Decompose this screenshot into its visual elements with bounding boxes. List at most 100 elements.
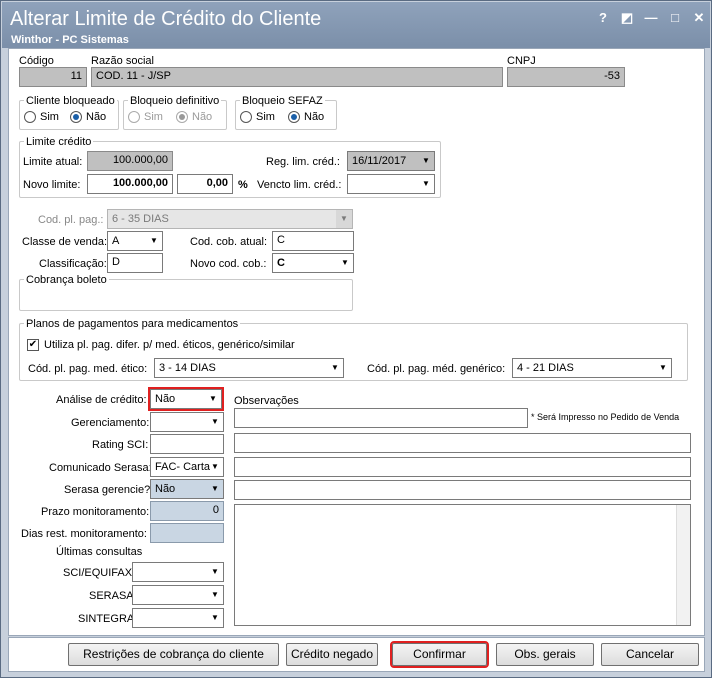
restricoes-cobranca-button[interactable]: Restrições de cobrança do cliente	[68, 643, 279, 666]
chevron-down-icon: ▼	[211, 613, 219, 622]
classificacao-label: Classificação:	[39, 258, 107, 270]
prazo-monitoramento-field: 0	[150, 501, 224, 521]
percent-symbol: %	[238, 179, 248, 191]
chevron-down-icon: ▼	[422, 179, 430, 188]
utiliza-pl-pag-label: Utiliza pl. pag. difer. p/ med. éticos, …	[44, 339, 295, 351]
generico-label: Cód. pl. pag. méd. genérico:	[367, 363, 506, 375]
scrollbar[interactable]	[676, 505, 690, 625]
chevron-down-icon: ▼	[211, 462, 219, 471]
cnpj-label: CNPJ	[507, 55, 536, 67]
bloqueio-definitivo-nao: Não	[176, 111, 212, 123]
bloqueio-sefaz-sim[interactable]: Sim	[240, 111, 275, 123]
window: Alterar Limite de Crédito do Cliente Win…	[0, 0, 712, 678]
help-icon[interactable]: ?	[594, 10, 612, 26]
chevron-down-icon: ▼	[150, 236, 158, 245]
bloqueio-definitivo-title: Bloqueio definitivo	[128, 95, 222, 107]
serasa-combo[interactable]: ▼	[132, 585, 224, 605]
chevron-down-icon: ▼	[209, 394, 217, 403]
chevron-down-icon: ▼	[211, 417, 219, 426]
window-title: Alterar Limite de Crédito do Cliente	[10, 8, 322, 30]
maximize-icon[interactable]: □	[666, 10, 684, 26]
confirmar-button[interactable]: Confirmar	[390, 641, 489, 668]
chevron-down-icon: ▼	[336, 210, 352, 228]
utiliza-pl-pag-checkbox[interactable]: ✔	[27, 339, 39, 351]
novo-cod-cob-combo[interactable]: C ▼	[272, 253, 354, 273]
bloqueio-definitivo-group: Bloqueio definitivo Sim Não	[123, 95, 227, 130]
gerenciamento-combo[interactable]: ▼	[150, 412, 224, 432]
codigo-label: Código	[19, 55, 54, 67]
observacoes-label: Observações	[234, 395, 299, 407]
minimize-icon[interactable]: —	[642, 10, 660, 26]
cliente-bloqueado-sim[interactable]: Sim	[24, 111, 59, 123]
observacoes-textarea[interactable]	[234, 504, 691, 626]
cobranca-boleto-title: Cobrança boleto	[24, 274, 109, 286]
cod-pl-pag-label: Cod. pl. pag.:	[38, 214, 104, 226]
reg-lim-cred-label: Reg. lim. créd.:	[266, 156, 340, 168]
restore-icon[interactable]: ◩	[618, 10, 636, 26]
sintegra-label: SINTEGRA	[78, 613, 135, 625]
observacao-impressa-field[interactable]	[234, 408, 528, 428]
cod-cob-atual-field: C	[272, 231, 354, 251]
cliente-bloqueado-group: Cliente bloqueado Sim Não	[19, 95, 119, 130]
prazo-monitoramento-label: Prazo monitoramento:	[41, 506, 150, 518]
impresso-note: * Será Impresso no Pedido de Venda	[531, 412, 680, 422]
chevron-down-icon: ▼	[211, 590, 219, 599]
limite-atual-field: 100.000,00	[87, 151, 173, 171]
novo-limite-label: Novo limite:	[23, 179, 81, 191]
vencto-lim-cred-combo[interactable]: ▼	[347, 174, 435, 194]
novo-cod-cob-label: Novo cod. cob.:	[190, 258, 267, 270]
classe-venda-combo[interactable]: A ▼	[107, 231, 163, 251]
cancelar-button[interactable]: Cancelar	[601, 643, 699, 666]
dias-rest-label: Dias rest. monitoramento:	[21, 528, 147, 540]
bloqueio-sefaz-group: Bloqueio SEFAZ Sim Não	[235, 95, 337, 130]
gerenciamento-label: Gerenciamento:	[71, 417, 150, 429]
rating-sci-field[interactable]	[150, 434, 224, 454]
limite-atual-label: Limite atual:	[23, 156, 83, 168]
cliente-bloqueado-nao[interactable]: Não	[70, 111, 106, 123]
razao-label: Razão social	[91, 55, 154, 67]
rating-sci-label: Rating SCI:	[92, 439, 149, 451]
cod-pl-pag-combo: 6 - 35 DIAS ▼	[107, 209, 353, 229]
dias-rest-field	[150, 523, 224, 543]
chevron-down-icon: ▼	[211, 484, 219, 493]
button-bar: Restrições de cobrança do cliente Crédit…	[8, 637, 705, 672]
codigo-field: 11	[19, 67, 87, 87]
observacao-2-field[interactable]	[234, 433, 691, 453]
razao-field: COD. 11 - J/SP	[91, 67, 503, 87]
ultimas-consultas-label: Últimas consultas	[56, 546, 143, 558]
generico-combo[interactable]: 4 - 21 DIAS ▼	[512, 358, 672, 378]
sci-equifax-label: SCI/EQUIFAX	[63, 567, 133, 579]
chevron-down-icon: ▼	[331, 363, 339, 372]
classificacao-field: D	[107, 253, 163, 273]
bloqueio-sefaz-nao[interactable]: Não	[288, 111, 324, 123]
obs-gerais-button[interactable]: Obs. gerais	[496, 643, 594, 666]
chevron-down-icon: ▼	[659, 363, 667, 372]
percentual-field[interactable]: 0,00	[177, 174, 233, 194]
vencto-lim-cred-label: Vencto lim. créd.:	[257, 179, 342, 191]
novo-limite-field[interactable]: 100.000,00	[87, 174, 173, 194]
bloqueio-sefaz-title: Bloqueio SEFAZ	[240, 95, 325, 107]
medicamentos-title: Planos de pagamentos para medicamentos	[24, 318, 241, 330]
chevron-down-icon: ▼	[341, 258, 349, 267]
cliente-bloqueado-title: Cliente bloqueado	[24, 95, 117, 107]
sintegra-combo[interactable]: ▼	[132, 608, 224, 628]
bloqueio-definitivo-sim: Sim	[128, 111, 163, 123]
classe-venda-label: Classe de venda:	[22, 236, 107, 248]
comunicado-serasa-label: Comunicado Serasa:	[49, 462, 152, 474]
chevron-down-icon: ▼	[422, 156, 430, 165]
cod-cob-atual-label: Cod. cob. atual:	[190, 236, 268, 248]
etico-combo[interactable]: 3 - 14 DIAS ▼	[154, 358, 344, 378]
analise-credito-combo[interactable]: Não ▼	[148, 387, 224, 411]
serasa-label: SERASA	[89, 590, 134, 602]
reg-lim-cred-combo[interactable]: 16/11/2017 ▼	[347, 151, 435, 171]
comunicado-serasa-combo[interactable]: FAC- Carta ▼	[150, 457, 224, 477]
close-icon[interactable]: ✕	[690, 10, 708, 26]
serasa-gerencie-label: Serasa gerencie?	[64, 484, 151, 496]
observacao-4-field[interactable]	[234, 480, 691, 500]
analise-credito-label: Análise de crédito:	[56, 394, 147, 406]
serasa-gerencie-combo[interactable]: Não ▼	[150, 479, 224, 499]
etico-label: Cód. pl. pag. med. ético:	[28, 363, 148, 375]
observacao-3-field[interactable]	[234, 457, 691, 477]
credito-negado-button[interactable]: Crédito negado	[286, 643, 378, 666]
sci-equifax-combo[interactable]: ▼	[132, 562, 224, 582]
